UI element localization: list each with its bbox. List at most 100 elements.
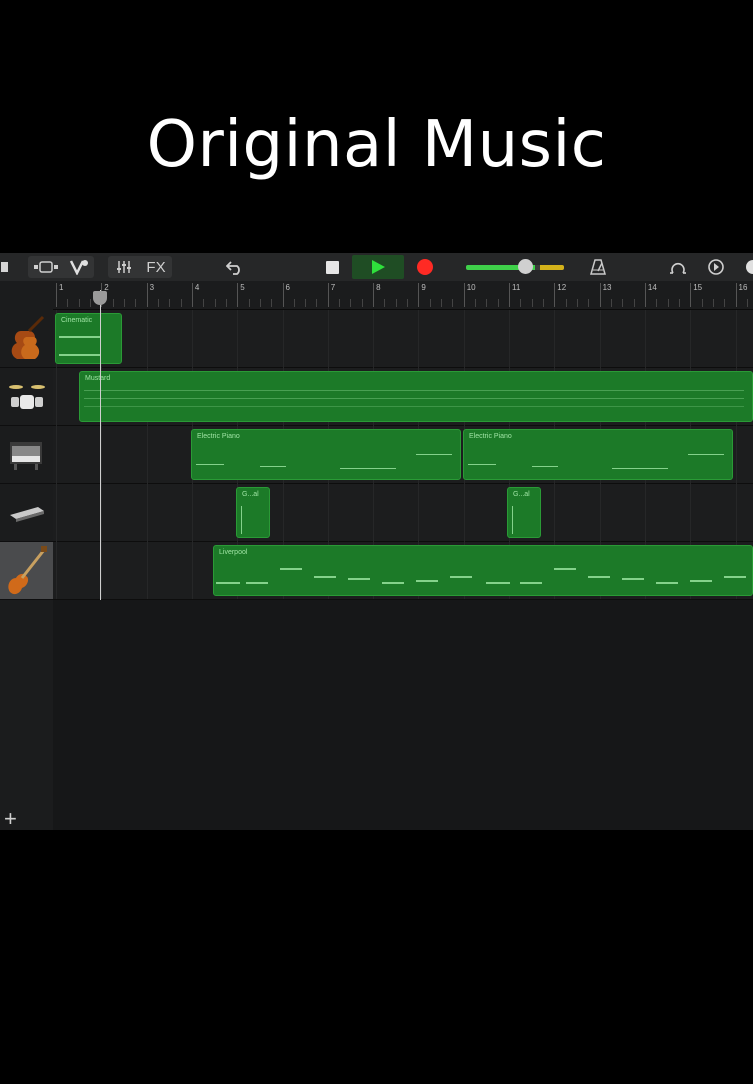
bar-tick — [463, 283, 465, 307]
bar-number: 5 — [240, 283, 245, 292]
metronome-icon[interactable] — [586, 253, 610, 281]
beat-tick — [293, 299, 295, 307]
beat-tick — [441, 299, 443, 307]
bar-tick — [146, 283, 148, 307]
stop-icon — [325, 260, 339, 274]
beat-tick — [78, 299, 80, 307]
fx-button[interactable]: FX — [142, 253, 170, 281]
bar-tick — [509, 283, 510, 307]
beat-tick — [395, 299, 397, 307]
bar-tick — [327, 283, 329, 307]
playhead-handle[interactable] — [93, 291, 107, 305]
bar-tick — [554, 283, 556, 307]
track-header-strings[interactable] — [0, 310, 53, 368]
bar-tick — [282, 283, 284, 307]
beat-tick — [214, 299, 216, 307]
timeline-ruler[interactable]: 1 2 3 4 5 6 7 8 9 10 11 12 13 14 15 16 — [53, 281, 753, 310]
bar-tick — [237, 283, 239, 307]
beat-tick — [452, 299, 454, 307]
lane-strings[interactable] — [53, 310, 753, 368]
beat-tick — [123, 299, 125, 307]
beat-tick — [259, 299, 261, 307]
bar-number: 3 — [149, 283, 155, 292]
electric-piano-icon — [9, 441, 42, 470]
bar-number: 14 — [647, 283, 657, 292]
browser-icon[interactable] — [30, 253, 62, 281]
beat-tick — [542, 299, 544, 307]
beat-tick — [384, 299, 386, 307]
beat-tick — [701, 299, 703, 307]
playhead[interactable] — [100, 290, 101, 600]
beat-tick — [350, 299, 352, 307]
beat-tick — [656, 299, 658, 307]
bar-number: 9 — [421, 283, 426, 292]
beat-tick — [248, 299, 250, 307]
region-synth-1[interactable]: G...al — [236, 487, 270, 538]
bar-number: 15 — [693, 283, 703, 292]
volume-knob[interactable] — [517, 259, 533, 274]
region-guitar[interactable]: Liverpool — [213, 545, 753, 596]
my-songs-icon[interactable] — [0, 253, 10, 281]
track-header-synth[interactable] — [0, 484, 53, 542]
synth-keyboard-icon — [9, 506, 44, 522]
region-label: G...al — [513, 491, 530, 498]
beat-tick — [407, 299, 409, 307]
bar-number: 16 — [738, 283, 748, 292]
beat-tick — [497, 299, 499, 307]
help-icon[interactable] — [740, 253, 753, 281]
track-lanes: Cinematic Mustard Electric Piano Electri… — [53, 310, 753, 830]
region-keys-1[interactable]: Electric Piano — [191, 429, 461, 480]
region-synth-2[interactable]: G...al — [507, 487, 541, 538]
record-button[interactable] — [410, 253, 440, 281]
region-keys-2[interactable]: Electric Piano — [463, 429, 733, 480]
volume-peak — [539, 265, 564, 270]
electric-guitar-icon — [7, 545, 47, 594]
undo-icon[interactable] — [222, 253, 248, 281]
violin-icon — [11, 315, 44, 359]
bar-number: 12 — [557, 283, 567, 292]
stop-button[interactable] — [318, 253, 346, 281]
master-volume-slider[interactable] — [466, 265, 564, 270]
beat-tick — [712, 299, 714, 307]
bar-number: 7 — [330, 283, 336, 292]
add-track-button[interactable]: + — [4, 808, 17, 830]
beat-tick — [576, 299, 578, 307]
beat-tick — [180, 299, 182, 307]
bar-number: 10 — [466, 283, 476, 292]
region-strings[interactable]: Cinematic — [55, 313, 122, 364]
beat-tick — [112, 299, 114, 307]
beat-tick — [486, 299, 488, 307]
track-header-drums[interactable] — [0, 368, 53, 426]
beat-tick — [667, 299, 669, 307]
garageband-tracks-view: FX + 1 2 3 4 5 6 7 8 9 10 11 12 13 14 15… — [0, 253, 753, 830]
beat-tick — [225, 299, 227, 307]
track-controls-icon[interactable] — [66, 253, 92, 281]
beat-tick — [429, 299, 431, 307]
mixer-icon[interactable] — [112, 253, 136, 281]
track-header-keys[interactable] — [0, 426, 53, 484]
bar-number: 11 — [512, 283, 521, 292]
beat-tick — [157, 299, 159, 307]
region-label: Electric Piano — [469, 433, 512, 440]
play-button[interactable] — [352, 253, 404, 281]
bar-number: 6 — [285, 283, 290, 292]
drum-kit-icon — [8, 384, 45, 409]
bar-gridline — [146, 310, 148, 599]
beat-tick — [610, 299, 612, 307]
beat-tick — [135, 299, 137, 307]
loop-icon[interactable] — [666, 253, 690, 281]
play-icon — [371, 260, 385, 274]
bar-number: 1 — [59, 283, 64, 292]
beat-tick — [67, 299, 69, 307]
lane-synth[interactable] — [53, 484, 753, 542]
beat-tick — [339, 299, 341, 307]
region-drums[interactable]: Mustard — [79, 371, 753, 422]
region-label: G...al — [242, 491, 259, 498]
beat-tick — [169, 299, 171, 307]
beat-tick — [531, 299, 533, 307]
settings-icon[interactable] — [704, 253, 728, 281]
bar-tick — [418, 283, 420, 307]
beat-tick — [565, 299, 567, 307]
track-header-guitar[interactable] — [0, 542, 53, 600]
bar-tick — [735, 283, 737, 307]
